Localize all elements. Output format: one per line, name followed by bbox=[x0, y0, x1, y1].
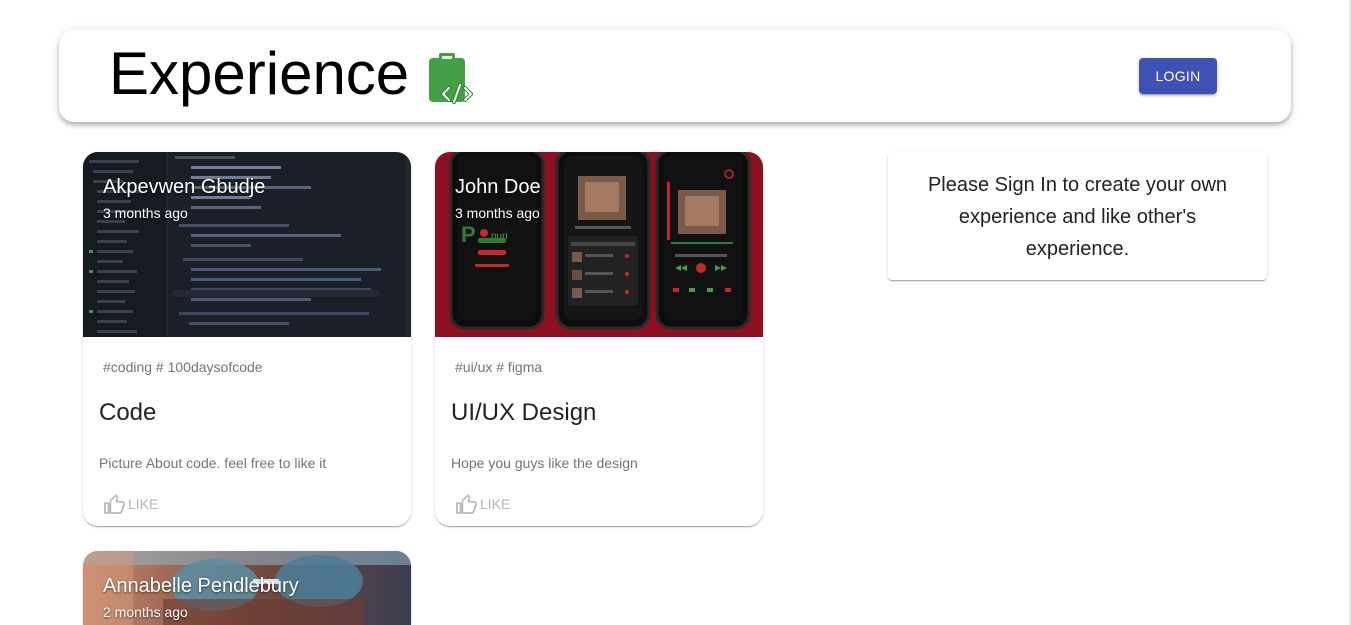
post-time: 2 months ago bbox=[103, 604, 188, 620]
like-button[interactable]: LIKE bbox=[103, 494, 158, 514]
post-title: Code bbox=[99, 399, 157, 426]
clipboard-code-icon bbox=[429, 53, 473, 104]
post-description: Picture About code. feel free to like it bbox=[99, 455, 327, 471]
signin-prompt-card: Please Sign In to create your own experi… bbox=[888, 152, 1267, 280]
thumb-up-icon bbox=[104, 494, 125, 514]
post-card: Annabelle Pendlebury 2 months ago bbox=[83, 551, 411, 625]
like-label: LIKE bbox=[480, 496, 511, 512]
post-author: Akpevwen Gbudje bbox=[103, 176, 266, 198]
post-image[interactable]: Akpevwen Gbudje 3 months ago bbox=[83, 152, 411, 337]
svg-text:P: P bbox=[461, 222, 476, 247]
like-button[interactable]: LIKE bbox=[455, 494, 510, 514]
signin-prompt: Please Sign In to create your own experi… bbox=[927, 174, 1228, 260]
post-description: Hope you guys like the design bbox=[451, 455, 638, 471]
post-card: Akpevwen Gbudje 3 months ago #coding # 1… bbox=[83, 152, 411, 526]
app-bar: Experience LOGIN bbox=[59, 30, 1291, 122]
thumb-up-icon bbox=[456, 494, 477, 514]
post-author: John Doe bbox=[455, 176, 541, 198]
login-button[interactable]: LOGIN bbox=[1139, 58, 1217, 94]
post-image[interactable]: P puri John Doe 3 months ago bbox=[435, 152, 763, 337]
post-time: 3 months ago bbox=[455, 205, 540, 221]
app-title: Experience bbox=[109, 40, 410, 107]
like-label: LIKE bbox=[128, 496, 159, 512]
post-time: 3 months ago bbox=[103, 205, 188, 221]
post-author: Annabelle Pendlebury bbox=[103, 575, 299, 597]
post-card: P puri John Doe 3 months ago #ui/ux # fi… bbox=[435, 152, 763, 526]
post-image[interactable]: Annabelle Pendlebury 2 months ago bbox=[83, 551, 411, 625]
post-tags: #ui/ux # figma bbox=[455, 359, 543, 375]
post-title: UI/UX Design bbox=[451, 399, 597, 426]
post-tags: #coding # 100daysofcode bbox=[103, 359, 263, 375]
